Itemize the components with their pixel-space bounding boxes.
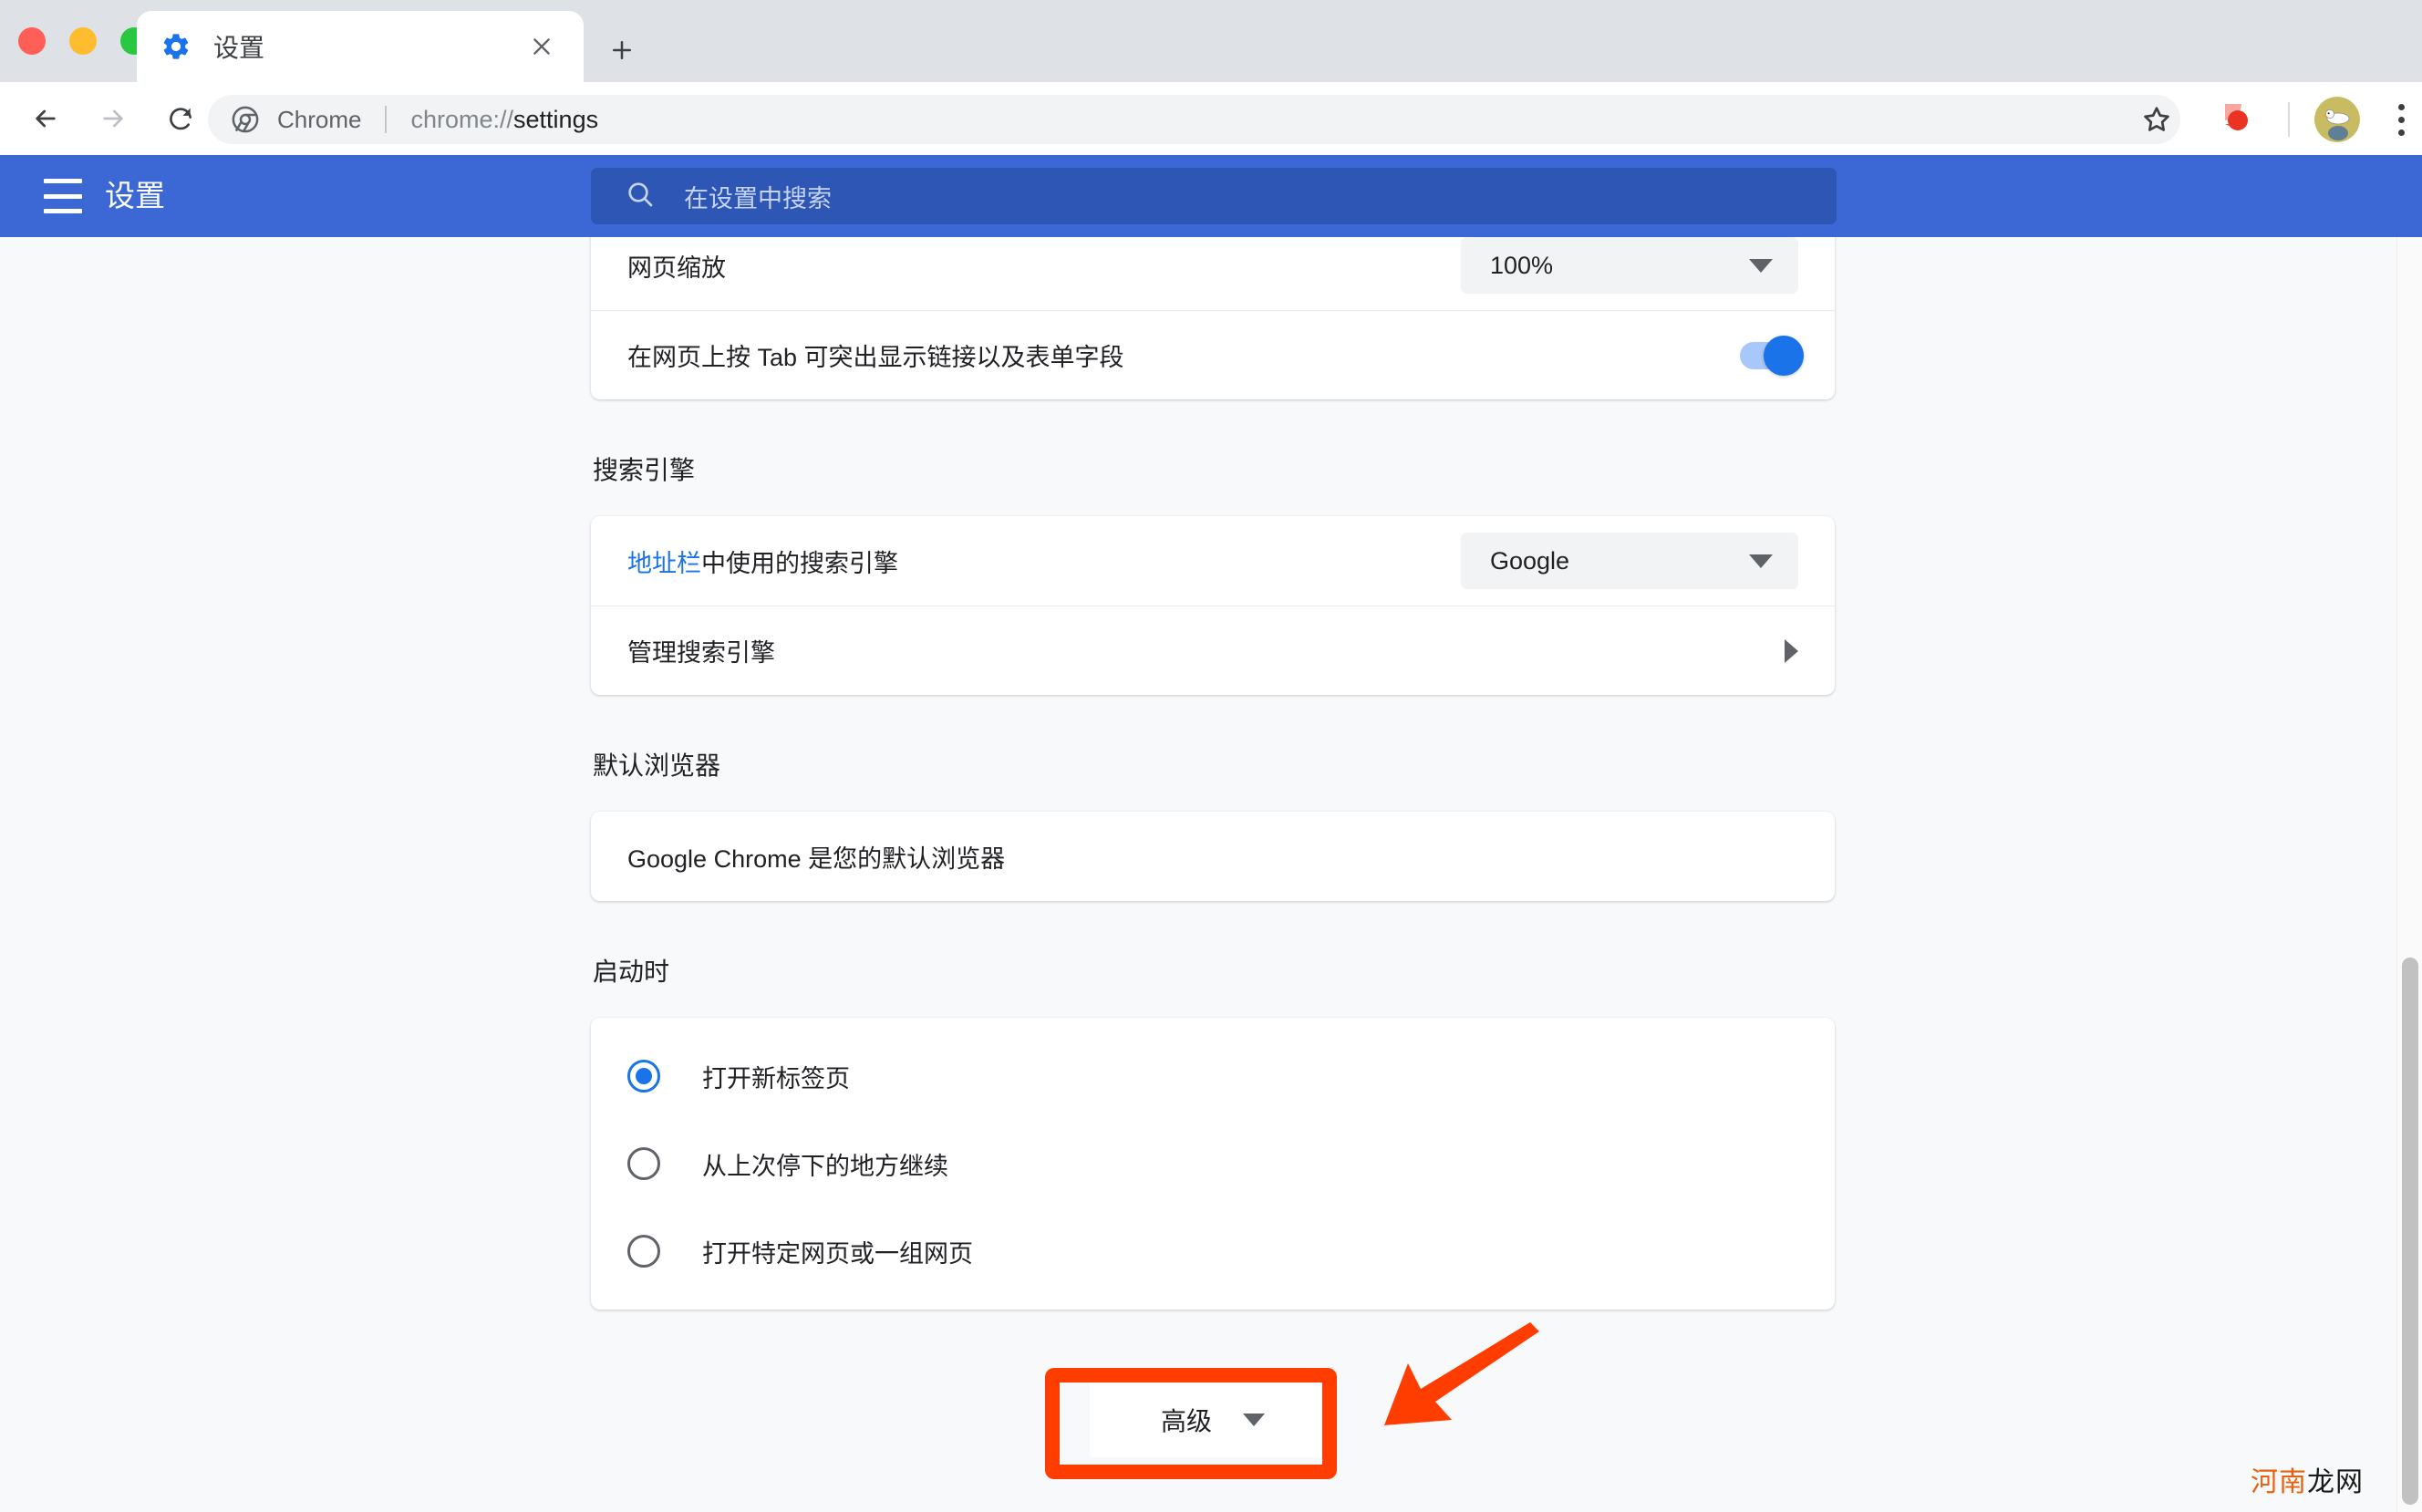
toolbar-divider xyxy=(2288,102,2290,137)
startup-option-new-tab[interactable]: 打开新标签页 xyxy=(591,1032,1835,1120)
startup-option-label: 打开特定网页或一组网页 xyxy=(702,1239,973,1268)
omnibox-divider xyxy=(385,106,388,133)
watermark-part-b: 龙网 xyxy=(2307,1467,2364,1497)
bookmark-star-icon[interactable] xyxy=(2134,97,2179,142)
settings-scroll-area: 网页缩放 100% 在网页上按 Tab 可突出显示链接以及表单字段 搜索引擎 地… xyxy=(0,237,2422,1512)
profile-avatar[interactable] xyxy=(2314,97,2360,142)
omnibox-url: chrome://settings xyxy=(410,106,598,134)
browser-tab-settings[interactable]: 设置 xyxy=(137,11,584,82)
scrollbar-thumb[interactable] xyxy=(2402,958,2418,1505)
section-title-default-browser: 默认浏览器 xyxy=(593,751,721,780)
settings-content: 网页缩放 100% 在网页上按 Tab 可突出显示链接以及表单字段 搜索引擎 地… xyxy=(591,237,1835,1457)
omnibox-chip-label: Chrome xyxy=(277,105,362,133)
section-title-search-engine: 搜索引擎 xyxy=(593,456,696,484)
tab-title: 设置 xyxy=(213,34,265,62)
toggle-knob xyxy=(1764,335,1804,376)
page-zoom-value: 100% xyxy=(1490,251,1554,279)
url-host: settings xyxy=(513,105,599,133)
startup-option-continue[interactable]: 从上次停下的地方继续 xyxy=(591,1120,1835,1207)
startup-option-label: 从上次停下的地方继续 xyxy=(702,1152,948,1180)
default-search-engine-label: 地址栏中使用的搜索引擎 xyxy=(627,544,898,579)
close-window-button[interactable] xyxy=(18,27,46,55)
window-traffic-lights xyxy=(18,27,148,55)
address-bar-link[interactable]: 地址栏 xyxy=(627,550,701,577)
chevron-down-icon xyxy=(1749,258,1773,273)
tab-strip: 设置 xyxy=(0,0,2422,82)
extension-icon[interactable] xyxy=(2216,98,2258,140)
tab-focus-toggle[interactable] xyxy=(1740,335,1804,376)
default-browser-status-text: Google Chrome 是您的默认浏览器 xyxy=(627,844,1006,873)
tab-focus-label: 在网页上按 Tab 可突出显示链接以及表单字段 xyxy=(627,344,1124,371)
row-tab-focus[interactable]: 在网页上按 Tab 可突出显示链接以及表单字段 xyxy=(591,310,1835,399)
chevron-down-icon xyxy=(1749,554,1773,568)
startup-option-specific-pages[interactable]: 打开特定网页或一组网页 xyxy=(591,1207,1835,1295)
page-zoom-label: 网页缩放 xyxy=(627,254,726,282)
chrome-logo-icon xyxy=(232,106,259,133)
default-browser-card: Google Chrome 是您的默认浏览器 xyxy=(591,812,1835,901)
advanced-button-label: 高级 xyxy=(1160,1407,1212,1435)
startup-option-label: 打开新标签页 xyxy=(702,1064,850,1093)
advanced-button-wrap: 高级 xyxy=(591,1383,1835,1457)
manage-search-engines-label: 管理搜索引擎 xyxy=(627,639,775,667)
page-title: 设置 xyxy=(105,179,165,212)
vertical-scrollbar[interactable] xyxy=(2396,237,2422,1512)
row-page-zoom[interactable]: 网页缩放 100% xyxy=(591,237,1835,310)
hamburger-menu-icon[interactable] xyxy=(44,179,82,213)
row-manage-search-engines[interactable]: 管理搜索引擎 xyxy=(591,606,1835,695)
appearance-card: 网页缩放 100% 在网页上按 Tab 可突出显示链接以及表单字段 xyxy=(591,237,1835,399)
advanced-button[interactable]: 高级 xyxy=(1090,1383,1336,1457)
menu-dot xyxy=(2397,103,2405,110)
url-scheme: chrome:// xyxy=(410,105,514,133)
settings-search-input[interactable]: 在设置中搜索 xyxy=(591,168,1837,224)
hamburger-bar xyxy=(44,193,82,199)
row-default-search-engine[interactable]: 地址栏中使用的搜索引擎 Google xyxy=(591,516,1835,606)
search-engine-value: Google xyxy=(1490,546,1570,575)
radio-button[interactable] xyxy=(627,1235,660,1268)
hamburger-bar xyxy=(44,209,82,213)
section-title-on-startup: 启动时 xyxy=(593,958,670,986)
browser-toolbar: Chrome chrome://settings xyxy=(0,82,2422,155)
menu-dot xyxy=(2397,129,2405,136)
new-tab-button[interactable] xyxy=(597,26,647,75)
row-default-browser-status: Google Chrome 是您的默认浏览器 xyxy=(591,812,1835,901)
search-placeholder: 在设置中搜索 xyxy=(684,184,832,212)
radio-button[interactable] xyxy=(627,1147,660,1180)
default-search-engine-label-rest: 中使用的搜索引擎 xyxy=(701,549,898,577)
menu-dot xyxy=(2397,116,2405,123)
settings-header: 设置 在设置中搜索 xyxy=(0,155,2422,237)
search-icon xyxy=(626,180,655,213)
watermark-part-a: 河南 xyxy=(2251,1467,2307,1497)
browser-menu-button[interactable] xyxy=(2380,97,2422,142)
close-tab-icon[interactable] xyxy=(523,28,560,65)
chevron-right-icon xyxy=(1785,638,1798,663)
page-zoom-select[interactable]: 100% xyxy=(1461,237,1798,294)
reload-button[interactable] xyxy=(155,93,206,144)
minimize-window-button[interactable] xyxy=(69,27,97,55)
forward-button[interactable] xyxy=(88,93,139,144)
back-button[interactable] xyxy=(20,93,71,144)
address-bar[interactable]: Chrome chrome://settings xyxy=(208,95,2180,144)
radio-button-selected[interactable] xyxy=(627,1060,660,1093)
watermark: 河南龙网 xyxy=(2251,1459,2364,1499)
gear-icon xyxy=(160,31,191,62)
chevron-down-icon xyxy=(1243,1414,1265,1426)
search-engine-card: 地址栏中使用的搜索引擎 Google 管理搜索引擎 xyxy=(591,516,1835,695)
on-startup-card: 打开新标签页 从上次停下的地方继续 打开特定网页或一组网页 xyxy=(591,1018,1835,1310)
hamburger-bar xyxy=(44,179,82,183)
search-engine-select[interactable]: Google xyxy=(1461,533,1798,589)
